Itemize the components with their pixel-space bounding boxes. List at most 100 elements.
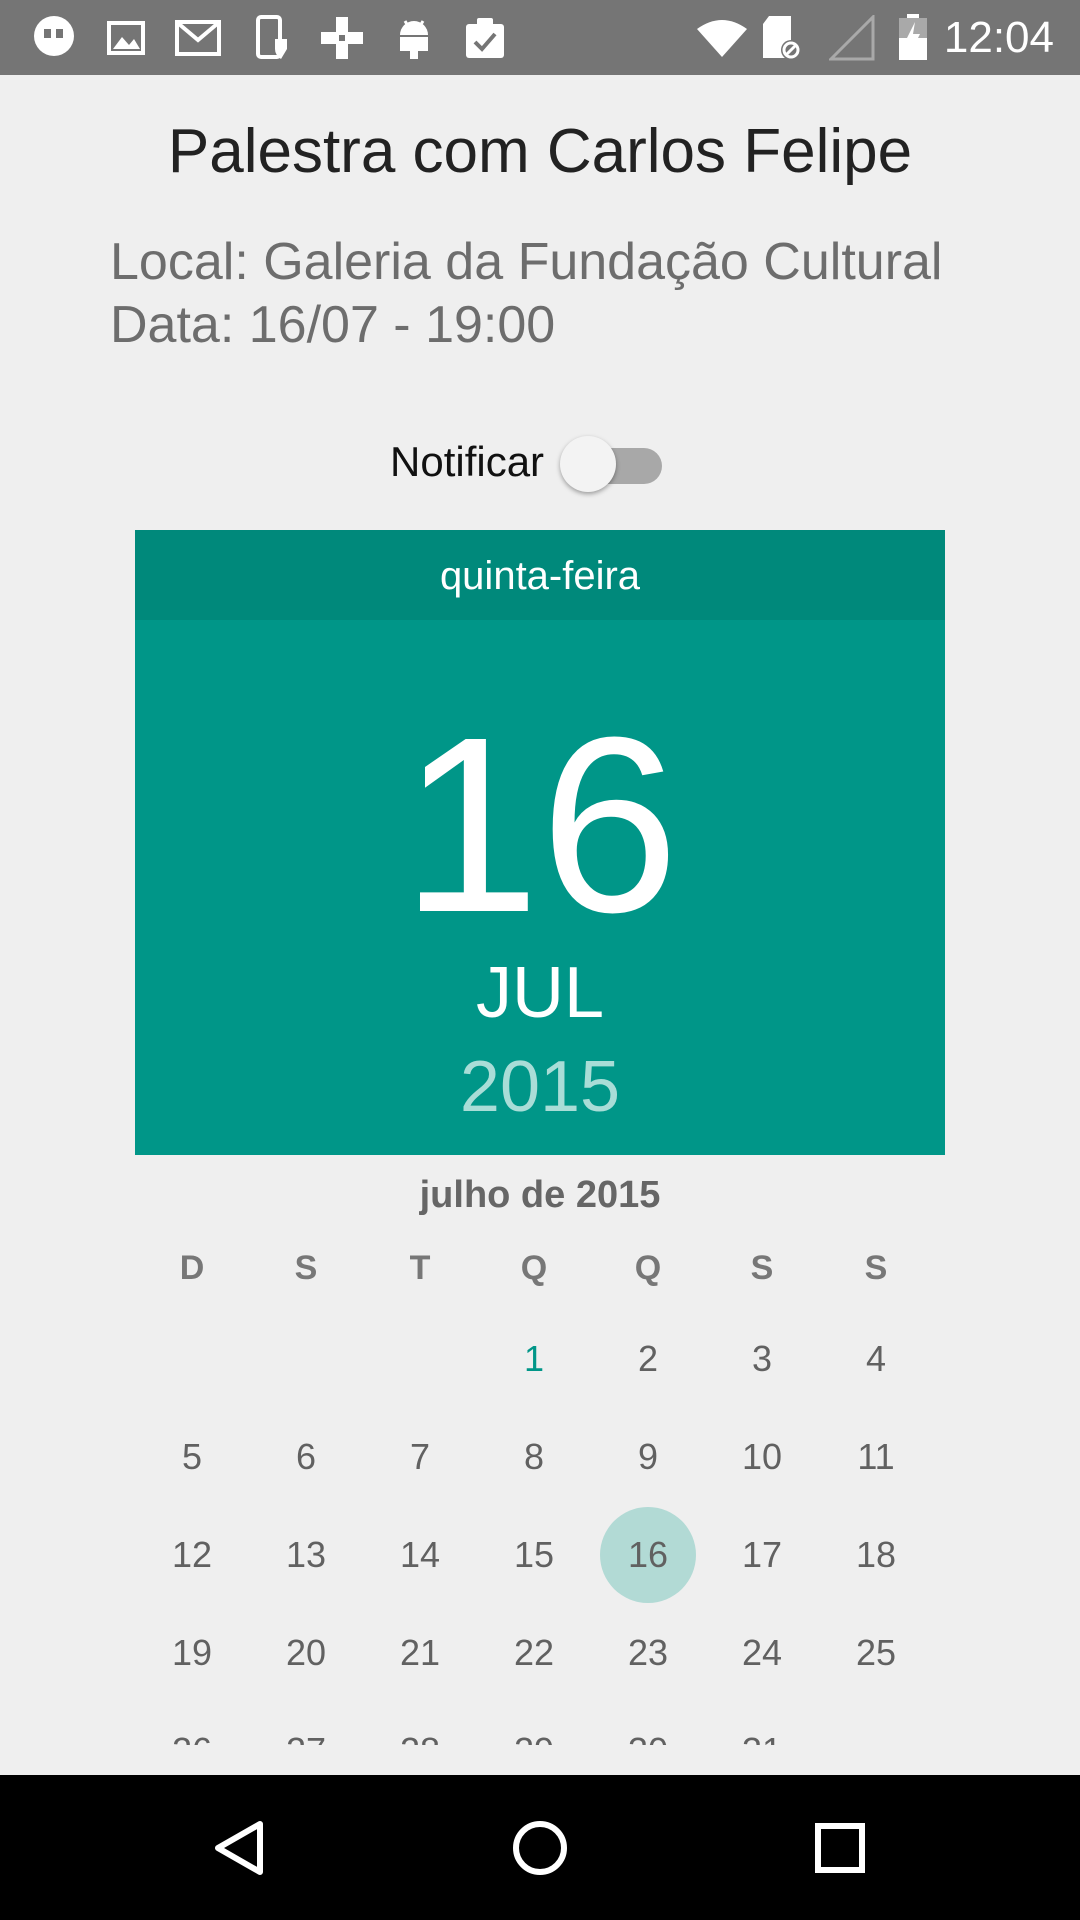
calendar-day-number: 16 bbox=[627, 1534, 669, 1575]
calendar-day[interactable]: 11 bbox=[819, 1408, 933, 1506]
calendar-day[interactable]: 17 bbox=[705, 1506, 819, 1604]
cell-signal-icon bbox=[828, 0, 876, 75]
selected-month[interactable]: JUL bbox=[135, 948, 945, 1038]
gmail-icon bbox=[174, 0, 222, 75]
home-icon[interactable] bbox=[450, 1775, 630, 1920]
calendar-day[interactable]: 28 bbox=[363, 1702, 477, 1745]
calendar-day-number: 30 bbox=[628, 1730, 668, 1745]
sd-card-icon bbox=[760, 0, 804, 75]
calendar-day[interactable]: 15 bbox=[477, 1506, 591, 1604]
calendar-day-number: 7 bbox=[409, 1436, 431, 1477]
calendar-day[interactable]: 20 bbox=[249, 1604, 363, 1702]
calendar-day[interactable]: 27 bbox=[249, 1702, 363, 1745]
calendar-day[interactable]: 29 bbox=[477, 1702, 591, 1745]
calendar-day-selected[interactable]: 16 bbox=[591, 1506, 705, 1604]
calendar-day[interactable]: 30 bbox=[591, 1702, 705, 1745]
calendar-day-number: 29 bbox=[514, 1730, 554, 1745]
selected-weekday: quinta-feira bbox=[135, 530, 945, 620]
calendar-day[interactable]: 24 bbox=[705, 1604, 819, 1702]
calendar-day[interactable]: 8 bbox=[477, 1408, 591, 1506]
calendar-day[interactable]: 4 bbox=[819, 1310, 933, 1408]
calendar-day-number: 8 bbox=[523, 1436, 545, 1477]
calendar-day[interactable]: 10 bbox=[705, 1408, 819, 1506]
calendar-day-number: 10 bbox=[741, 1436, 783, 1477]
calendar-day-number: 13 bbox=[285, 1534, 327, 1575]
cross-icon bbox=[318, 0, 366, 75]
event-title: Palestra com Carlos Felipe bbox=[167, 117, 913, 186]
calendar-day[interactable]: 12 bbox=[135, 1506, 249, 1604]
calendar-day-number: 21 bbox=[399, 1632, 441, 1673]
battery-charging-icon bbox=[896, 0, 930, 75]
back-icon[interactable] bbox=[150, 1775, 330, 1920]
calendar-day[interactable]: 23 bbox=[591, 1604, 705, 1702]
notify-switch[interactable] bbox=[560, 436, 665, 492]
notify-label: Notificar bbox=[390, 438, 545, 485]
calendar-day-number: 20 bbox=[285, 1632, 327, 1673]
calendar-day-number: 6 bbox=[295, 1436, 317, 1477]
calendar-day-number: 28 bbox=[400, 1730, 440, 1745]
calendar-day-number: 4 bbox=[865, 1338, 887, 1379]
android-icon bbox=[396, 0, 432, 75]
day-of-week-label: S bbox=[864, 1249, 888, 1287]
status-bar: 12:04 bbox=[0, 0, 1080, 75]
calendar-day-number: 31 bbox=[742, 1730, 782, 1745]
day-of-week-label: Q bbox=[520, 1249, 548, 1287]
calendar-day-number: 3 bbox=[751, 1338, 773, 1379]
day-of-week-label: T bbox=[409, 1249, 431, 1287]
calendar-day[interactable]: 7 bbox=[363, 1408, 477, 1506]
status-time: 12:04 bbox=[943, 13, 1054, 62]
calendar-day-number: 17 bbox=[741, 1534, 783, 1575]
hangouts-icon bbox=[28, 0, 80, 75]
notify-row: Notificar bbox=[0, 432, 1080, 492]
calendar-day[interactable]: 6 bbox=[249, 1408, 363, 1506]
calendar-day[interactable]: 22 bbox=[477, 1604, 591, 1702]
calendar-days-grid: 1 2 3 4 5 6 7 8 9 10 11 12 13 14 15 16 17 18 19 20 21 22 23 24 2… bbox=[135, 1310, 945, 1745]
clipboard-check-icon bbox=[462, 0, 508, 75]
image-icon bbox=[106, 0, 146, 75]
day-of-week-label: S bbox=[750, 1249, 774, 1287]
day-of-week-label: Q bbox=[634, 1249, 662, 1287]
calendar-day-number: 12 bbox=[171, 1534, 213, 1575]
calendar-day-number: 26 bbox=[172, 1730, 212, 1745]
calendar-day[interactable]: 26 bbox=[135, 1702, 249, 1745]
day-of-week-label: D bbox=[179, 1249, 205, 1287]
calendar-day-number: 22 bbox=[513, 1632, 555, 1673]
calendar-month-label: julho de 2015 bbox=[419, 1174, 661, 1216]
calendar-day-number: 1 bbox=[523, 1338, 545, 1379]
calendar-day-number: 5 bbox=[181, 1436, 203, 1477]
calendar-day-number: 23 bbox=[627, 1632, 669, 1673]
calendar-day-number: 2 bbox=[637, 1338, 659, 1379]
device-security-icon bbox=[254, 0, 290, 75]
calendar-day[interactable]: 18 bbox=[819, 1506, 933, 1604]
calendar-day-number: 25 bbox=[855, 1632, 897, 1673]
navigation-bar bbox=[0, 1775, 1080, 1920]
calendar-day-number: 15 bbox=[513, 1534, 555, 1575]
calendar-day[interactable]: 13 bbox=[249, 1506, 363, 1604]
recents-icon[interactable] bbox=[750, 1775, 930, 1920]
calendar-day[interactable]: 21 bbox=[363, 1604, 477, 1702]
calendar-day[interactable]: 19 bbox=[135, 1604, 249, 1702]
calendar-day-number: 11 bbox=[857, 1436, 895, 1477]
calendar-day[interactable]: 1 bbox=[477, 1310, 591, 1408]
switch-thumb bbox=[560, 436, 616, 492]
calendar-day[interactable]: 9 bbox=[591, 1408, 705, 1506]
event-date: Data: 16/07 - 19:00 bbox=[110, 296, 556, 354]
date-picker-header: quinta-feira 16 JUL 2015 bbox=[135, 530, 945, 1155]
selected-year[interactable]: 2015 bbox=[135, 1042, 945, 1132]
calendar-day[interactable]: 2 bbox=[591, 1310, 705, 1408]
calendar-day-number: 18 bbox=[855, 1534, 897, 1575]
calendar-day[interactable]: 31 bbox=[705, 1702, 819, 1745]
calendar-day-number: 27 bbox=[286, 1730, 326, 1745]
calendar-day[interactable]: 3 bbox=[705, 1310, 819, 1408]
event-location: Local: Galeria da Fundação Cultural bbox=[110, 233, 943, 291]
calendar-day[interactable]: 25 bbox=[819, 1604, 933, 1702]
calendar-day[interactable]: 14 bbox=[363, 1506, 477, 1604]
calendar-day-number: 14 bbox=[399, 1534, 441, 1575]
selected-day[interactable]: 16 bbox=[135, 700, 945, 950]
calendar-day-number: 19 bbox=[171, 1632, 213, 1673]
days-of-week-row: DSTQQSS bbox=[135, 1243, 945, 1293]
calendar-day-number: 9 bbox=[637, 1436, 659, 1477]
wifi-icon bbox=[694, 0, 750, 75]
calendar-day[interactable]: 5 bbox=[135, 1408, 249, 1506]
day-of-week-label: S bbox=[294, 1249, 318, 1287]
